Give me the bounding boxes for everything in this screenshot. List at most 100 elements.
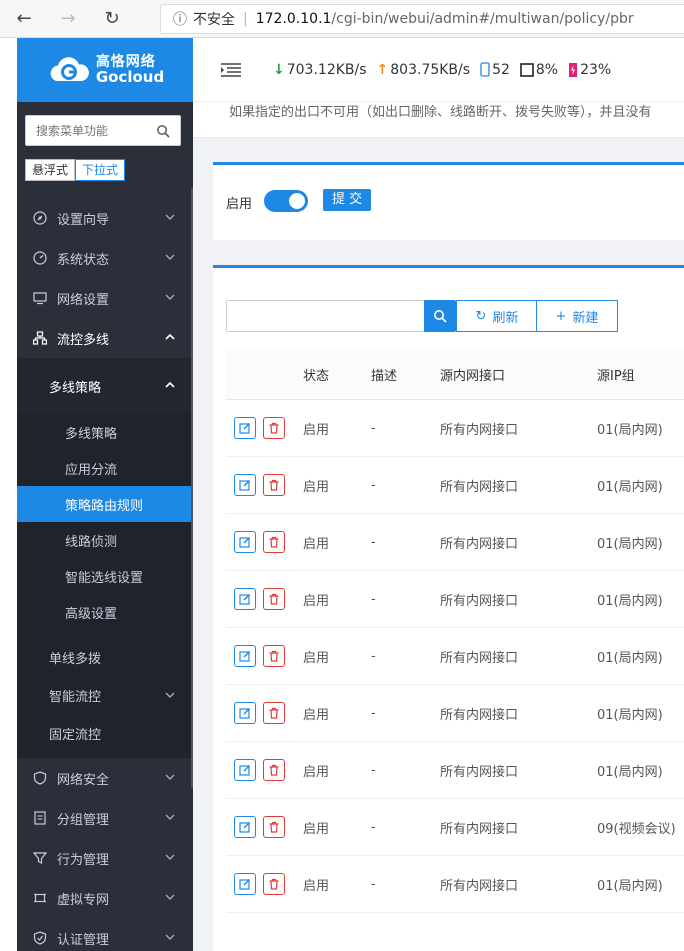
leaf-label: 高级设置 bbox=[65, 606, 118, 622]
monitor-icon bbox=[33, 292, 47, 305]
chevron-up-icon bbox=[165, 381, 175, 388]
edit-icon bbox=[239, 765, 250, 776]
connection-count: 52 bbox=[480, 62, 510, 78]
edit-button[interactable] bbox=[234, 531, 256, 553]
trash-icon bbox=[269, 650, 279, 662]
sidebar-item-auth-management[interactable]: 认证管理 bbox=[17, 918, 193, 951]
sidebar-item-label: 分组管理 bbox=[57, 812, 110, 828]
sidebar-item-single-multidial[interactable]: 单线多拨 bbox=[17, 638, 193, 676]
table-row: 启用 - 所有内网接口 01(局内网) bbox=[226, 457, 684, 514]
delete-button[interactable] bbox=[263, 474, 285, 496]
sidebar-item-line-detect[interactable]: 线路侦测 bbox=[17, 522, 193, 558]
edit-icon bbox=[239, 594, 250, 605]
sidebar-item-label: 行为管理 bbox=[57, 852, 110, 868]
edit-button[interactable] bbox=[234, 702, 256, 724]
edit-button[interactable] bbox=[234, 474, 256, 496]
sidebar-item-network-security[interactable]: 网络安全 bbox=[17, 758, 193, 798]
edit-button[interactable] bbox=[234, 417, 256, 439]
sidebar-menu: 设置向导 系统状态 网络设置 流控多线 多线策略 多线策略 应用分流 策略路由规… bbox=[17, 198, 193, 951]
back-icon[interactable]: ← bbox=[12, 7, 36, 31]
delete-button[interactable] bbox=[263, 816, 285, 838]
sidebar-item-fixed-flow[interactable]: 固定流控 bbox=[17, 714, 193, 752]
cell-ip-group: 01(局内网) bbox=[597, 764, 663, 780]
sidebar-item-behavior-management[interactable]: 行为管理 bbox=[17, 838, 193, 878]
sidebar-item-smart-flow[interactable]: 智能流控 bbox=[17, 676, 193, 714]
info-icon: ⓘ bbox=[173, 12, 187, 28]
cell-desc: - bbox=[371, 876, 376, 892]
address-separator: | bbox=[243, 11, 248, 27]
edit-button[interactable] bbox=[234, 759, 256, 781]
collapse-menu-icon[interactable] bbox=[221, 62, 241, 77]
sidebar-item-vpn[interactable]: 虚拟专网 bbox=[17, 878, 193, 918]
rules-search-input[interactable] bbox=[226, 300, 424, 332]
delete-button[interactable] bbox=[263, 702, 285, 724]
rules-panel: ↻ 刷新 + 新建 状态 描述 源内网接口 源IP组 启用 - 所有内网接口 01(局… bbox=[213, 265, 684, 951]
mode-dropdown-button[interactable]: 下拉式 bbox=[75, 159, 126, 181]
top-status-bar: ↓ 703.12KB/s ↑ 803.75KB/s 52 8% 23% bbox=[193, 38, 684, 102]
edit-button[interactable] bbox=[234, 873, 256, 895]
reload-icon[interactable]: ↻ bbox=[100, 7, 124, 31]
trash-icon bbox=[269, 422, 279, 434]
menu-search-input[interactable] bbox=[36, 123, 156, 138]
edit-icon bbox=[239, 480, 250, 491]
refresh-button[interactable]: ↻ 刷新 bbox=[456, 300, 537, 332]
sidebar-item-multiline-policy-group[interactable]: 多线策略 bbox=[17, 358, 193, 414]
sidebar-item-multiline-policy[interactable]: 多线策略 bbox=[17, 414, 193, 450]
chevron-up-icon bbox=[165, 333, 175, 340]
delete-button[interactable] bbox=[263, 588, 285, 610]
sidebar-item-flow-multiline[interactable]: 流控多线 bbox=[17, 318, 193, 358]
search-icon[interactable] bbox=[156, 124, 170, 138]
cell-status: 启用 bbox=[303, 536, 330, 552]
submit-button[interactable]: 提 交 bbox=[323, 189, 372, 211]
rules-search-button[interactable] bbox=[424, 300, 456, 332]
edit-button[interactable] bbox=[234, 816, 256, 838]
row-actions bbox=[226, 873, 303, 895]
delete-button[interactable] bbox=[263, 645, 285, 667]
cell-status: 启用 bbox=[303, 764, 330, 780]
new-label: 新建 bbox=[572, 310, 599, 326]
enable-toggle[interactable] bbox=[264, 190, 308, 212]
edit-button[interactable] bbox=[234, 588, 256, 610]
plus-icon: + bbox=[555, 308, 567, 324]
sidebar-item-group-management[interactable]: 分组管理 bbox=[17, 798, 193, 838]
trash-icon bbox=[269, 536, 279, 548]
sidebar-item-label: 网络安全 bbox=[57, 772, 110, 788]
sidebar-item-app-split[interactable]: 应用分流 bbox=[17, 450, 193, 486]
sidebar-item-label: 设置向导 bbox=[57, 212, 110, 228]
address-bar[interactable]: ⓘ 不安全 | 172.0.10.1 /cgi-bin/webui/admin#… bbox=[160, 4, 684, 34]
logo[interactable]: 高恪网络 Gocloud bbox=[17, 38, 193, 102]
sidebar-item-advanced[interactable]: 高级设置 bbox=[17, 594, 193, 630]
cell-ip-group: 01(局内网) bbox=[597, 536, 663, 552]
leaf-label: 应用分流 bbox=[65, 462, 118, 478]
edit-icon bbox=[239, 537, 250, 548]
sidebar-item-system-status[interactable]: 系统状态 bbox=[17, 238, 193, 278]
cell-ip-group: 09(视频会议) bbox=[597, 821, 676, 837]
sidebar-item-pbr-rules[interactable]: 策略路由规则 bbox=[17, 486, 193, 522]
mode-float-button[interactable]: 悬浮式 bbox=[25, 159, 76, 181]
refresh-icon: ↻ bbox=[475, 308, 487, 324]
network-icon bbox=[33, 331, 47, 345]
table-row: 启用 - 所有内网接口 01(局内网) bbox=[226, 514, 684, 571]
sidebar-item-smart-select[interactable]: 智能选线设置 bbox=[17, 558, 193, 594]
trash-icon bbox=[269, 764, 279, 776]
cell-ip-group: 01(局内网) bbox=[597, 650, 663, 666]
cpu-usage: 8% bbox=[520, 62, 558, 78]
table-row: 启用 - 所有内网接口 01(局内网) bbox=[226, 571, 684, 628]
edit-icon bbox=[239, 651, 250, 662]
sidebar-item-setup-wizard[interactable]: 设置向导 bbox=[17, 198, 193, 238]
header-desc: 描述 bbox=[371, 369, 398, 384]
delete-button[interactable] bbox=[263, 531, 285, 553]
delete-button[interactable] bbox=[263, 417, 285, 439]
delete-button[interactable] bbox=[263, 759, 285, 781]
edit-button[interactable] bbox=[234, 645, 256, 667]
sidebar-item-label: 虚拟专网 bbox=[57, 892, 110, 908]
sidebar-item-network-settings[interactable]: 网络设置 bbox=[17, 278, 193, 318]
trash-icon bbox=[269, 821, 279, 833]
new-button[interactable]: + 新建 bbox=[536, 300, 618, 332]
forward-icon[interactable]: → bbox=[56, 7, 80, 31]
battery-icon bbox=[569, 62, 578, 77]
chevron-down-icon bbox=[165, 214, 175, 220]
arrow-down-icon: ↓ bbox=[273, 61, 285, 78]
delete-button[interactable] bbox=[263, 873, 285, 895]
leaf-label: 线路侦测 bbox=[65, 534, 118, 550]
